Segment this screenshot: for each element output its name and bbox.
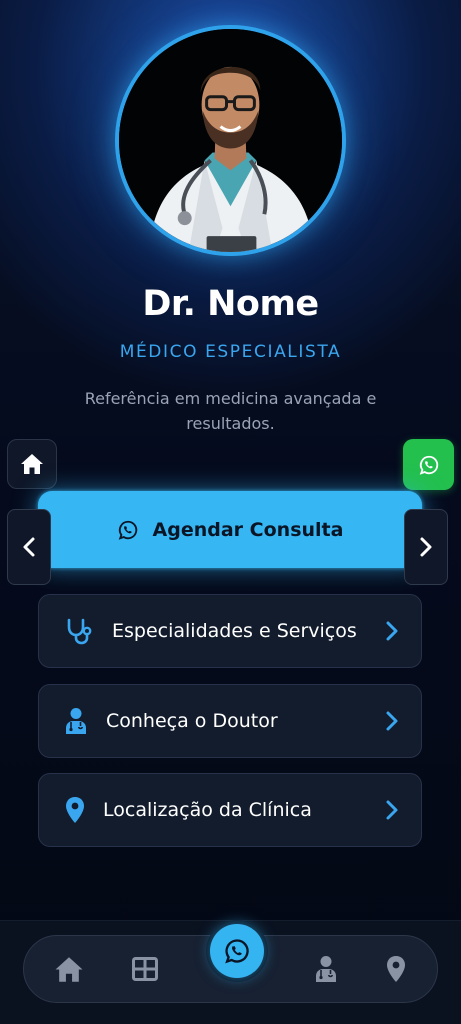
chevron-right-icon [386,711,398,731]
bottom-nav-whatsapp-circle [210,924,264,978]
carousel-next-button[interactable] [404,509,448,585]
whatsapp-icon [225,939,249,964]
doctor-icon [316,956,336,982]
bottom-nav-services[interactable] [128,952,162,986]
doctor-tagline: Referência em medicina avançada e result… [84,389,377,433]
bottom-nav-doctor[interactable] [309,952,343,986]
chevron-left-icon [23,537,35,557]
menu-item-label: Conheça o Doutor [106,710,278,732]
schedule-appointment-button[interactable]: Agendar Consulta [38,491,422,568]
doctor-name: Dr. Nome [142,284,319,324]
menu-item-location[interactable]: Localização da Clínica [38,773,422,847]
menu-item-about-doctor[interactable]: Conheça o Doutor [38,684,422,758]
menu-item-label: Localização da Clínica [103,799,312,821]
home-floating-button[interactable] [7,439,57,489]
map-pin-icon [387,956,405,982]
menu-item-specialties[interactable]: Especialidades e Serviços [38,594,422,668]
home-icon [55,956,83,982]
bottom-nav-home[interactable] [52,952,86,986]
stethoscope-icon [67,618,92,645]
doctor-avatar [115,25,346,256]
chevron-right-icon [420,537,432,557]
chevron-right-icon [386,621,398,641]
doctor-portrait-image [119,29,342,252]
whatsapp-icon [118,520,137,540]
doctor-specialty: MÉDICO ESPECIALISTA [119,342,342,362]
whatsapp-icon [419,455,438,475]
whatsapp-floating-button[interactable] [403,439,454,490]
map-pin-icon [66,797,84,823]
menu-item-label: Especialidades e Serviços [112,620,357,642]
bottom-nav-location[interactable] [379,952,413,986]
schedule-appointment-label: Agendar Consulta [152,518,344,541]
grid-icon [132,957,158,981]
bottom-nav-whatsapp[interactable] [206,920,268,982]
doctor-icon [66,708,86,734]
carousel-prev-button[interactable] [7,509,51,585]
chevron-right-icon [386,800,398,820]
home-icon [21,454,43,474]
